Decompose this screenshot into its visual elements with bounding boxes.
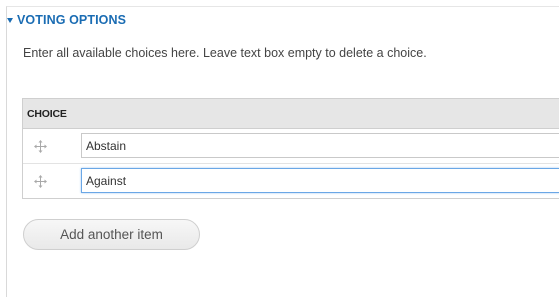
drag-handle-icon[interactable]	[34, 174, 47, 188]
choices-table: CHOICE	[22, 98, 559, 199]
choice-input-against[interactable]	[81, 168, 559, 193]
fieldset-description: Enter all available choices here. Leave …	[23, 46, 427, 60]
add-another-item-button[interactable]: Add another item	[23, 219, 200, 250]
fieldset-legend: VOTING OPTIONS	[17, 13, 127, 27]
table-header: CHOICE	[23, 99, 559, 129]
page: VOTING OPTIONS Enter all available choic…	[0, 0, 559, 297]
table-row	[23, 164, 559, 198]
voting-options-toggle[interactable]: VOTING OPTIONS	[7, 13, 126, 27]
choice-input-abstain[interactable]	[81, 133, 559, 158]
table-row	[23, 129, 559, 164]
choice-column-header: CHOICE	[27, 107, 67, 120]
drag-handle-icon[interactable]	[34, 139, 47, 153]
collapse-triangle-icon	[7, 18, 13, 23]
